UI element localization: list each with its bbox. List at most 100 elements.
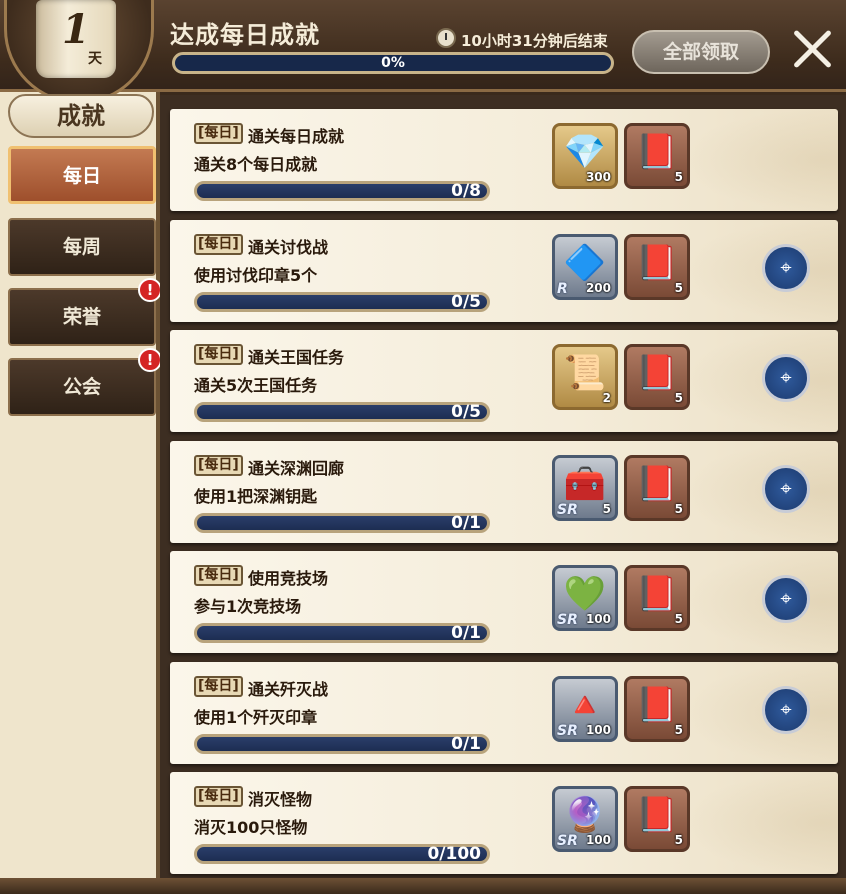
reward-item[interactable]: 📕 5	[624, 123, 690, 189]
reward-grade: R	[557, 280, 568, 297]
reward-count: 5	[602, 501, 611, 516]
quest-progress-text: 0/100	[427, 844, 481, 864]
reward-item[interactable]: 📕 5	[624, 565, 690, 631]
quest-description: 参与1次竞技场	[194, 597, 302, 616]
reward-item[interactable]: 🔮 SR 100	[552, 786, 618, 852]
quest-progress-text: 0/8	[451, 181, 481, 201]
stopwatch-icon	[436, 28, 456, 48]
quest-name: 通关王国任务	[248, 348, 345, 367]
reward-item[interactable]: 💎 300	[552, 123, 618, 189]
book-icon: 📕	[635, 463, 679, 504]
reward-item[interactable]: 📜 2	[552, 344, 618, 410]
book-icon: 📕	[635, 574, 679, 614]
card-flourish	[678, 440, 838, 543]
quest-name: 通关深渊回廊	[248, 458, 345, 478]
reward-grade: SR	[557, 612, 578, 628]
diamond-icon: 💎	[563, 132, 607, 172]
quest-tag: [每日]	[194, 675, 243, 697]
card-flourish	[678, 661, 838, 764]
book-icon: 📕	[635, 795, 679, 835]
reward-item[interactable]: 📕 5	[624, 675, 690, 742]
card-flourish	[678, 772, 838, 874]
map-pin-icon: ⌖	[780, 254, 792, 279]
reward-grade: SR	[557, 833, 578, 849]
header-title: 达成每日成就	[170, 21, 320, 49]
quest-card: [每日] 通关深渊回廊 使用1把深渊钥匙 0/1 🧰 SR 5 📕 5 ⌖	[170, 440, 838, 543]
quest-progress-text: 0/5	[451, 402, 481, 422]
quest-progress-bar: 0/1	[194, 512, 490, 533]
reward-count: 5	[674, 612, 683, 626]
book-icon: 📕	[635, 353, 679, 393]
quest-progress-bar: 0/1	[194, 733, 490, 754]
book-icon: 📕	[635, 242, 679, 283]
alert-icon: !	[138, 348, 162, 372]
tab-daily[interactable]: 每日	[8, 146, 156, 204]
tab-label: 荣誉	[62, 306, 101, 328]
chest-icon: 🧰	[563, 463, 607, 504]
locate-button[interactable]: ⌖	[762, 575, 810, 623]
pyramid-icon: 🔺	[563, 684, 607, 725]
reward-count: 5	[674, 501, 683, 516]
close-icon[interactable]	[790, 26, 836, 72]
reward-count: 5	[674, 280, 683, 295]
badge-label: 成就	[8, 94, 154, 138]
quest-name: 消灭怪物	[248, 790, 313, 809]
quest-tag: [每日]	[194, 233, 243, 255]
total-progress-text: 0%	[381, 55, 405, 71]
locate-button[interactable]: ⌖	[762, 354, 810, 402]
green-gem-icon: 💚	[563, 574, 607, 614]
reward-grade: SR	[557, 722, 578, 739]
quest-name: 通关歼灭战	[248, 679, 329, 699]
quest-description: 通关5次王国任务	[194, 376, 318, 395]
quest-tag: [每日]	[194, 344, 243, 365]
total-progress-bar: 0%	[172, 52, 614, 74]
sidebar: 每日 每周 荣誉 ! 公会 !	[0, 92, 162, 894]
tab-label: 公会	[62, 376, 101, 398]
reward-item[interactable]: 🔺 SR 100	[552, 675, 618, 742]
quest-card: [每日] 通关歼灭战 使用1个歼灭印章 0/1 🔺 SR 100 📕 5 ⌖	[170, 661, 838, 764]
reward-item[interactable]: 📕 5	[624, 233, 690, 300]
locate-button[interactable]: ⌖	[762, 464, 810, 513]
reward-item[interactable]: 📕 5	[624, 454, 690, 521]
reward-grade: SR	[557, 501, 578, 518]
reward-count: 300	[585, 170, 611, 184]
quest-card: [每日] 使用竞技场 参与1次竞技场 0/1 💚 SR 100 📕 5 ⌖	[170, 551, 838, 653]
quest-tag: [每日]	[194, 565, 243, 586]
map-pin-icon: ⌖	[780, 365, 792, 389]
reward-item[interactable]: 🧰 SR 5	[552, 454, 618, 521]
card-flourish	[678, 330, 838, 432]
quest-progress-bar: 0/100	[194, 844, 490, 864]
orb-icon: 🔮	[563, 795, 607, 835]
locate-button[interactable]: ⌖	[762, 685, 810, 734]
quest-card: [每日] 消灭怪物 消灭100只怪物 0/100 🔮 SR 100 📕 5	[170, 772, 838, 874]
quest-progress-bar: 0/1	[194, 623, 490, 643]
map-pin-icon: ⌖	[780, 696, 792, 721]
quest-list[interactable]: [每日] 通关每日成就 通关8个每日成就 0/8 💎 300 📕 5 [每日] …	[160, 95, 846, 878]
quest-progress-text: 0/1	[451, 623, 481, 643]
reward-count: 100	[585, 612, 611, 626]
claim-all-button[interactable]: 全部领取	[632, 30, 770, 74]
reward-count: 2	[602, 391, 611, 405]
reward-item[interactable]: 🔷 R 200	[552, 233, 618, 300]
reward-count: 5	[674, 722, 683, 737]
quest-name: 使用竞技场	[248, 569, 329, 588]
locate-button[interactable]: ⌖	[762, 243, 810, 292]
map-pin-icon: ⌖	[780, 475, 792, 500]
reward-item[interactable]: 💚 SR 100	[552, 565, 618, 631]
reward-count: 5	[674, 833, 683, 847]
quest-description: 通关8个每日成就	[194, 155, 318, 174]
tab-guild[interactable]: 公会 !	[8, 348, 162, 416]
quest-card: [每日] 通关王国任务 通关5次王国任务 0/5 📜 2 📕 5 ⌖	[170, 330, 838, 432]
reward-count: 5	[674, 391, 683, 405]
quest-progress-bar: 0/5	[194, 402, 490, 422]
alert-icon: !	[138, 278, 162, 302]
quest-card: [每日] 通关讨伐战 使用讨伐印章5个 0/5 🔷 R 200 📕 5 ⌖	[170, 219, 838, 322]
quest-progress-bar: 0/5	[194, 291, 490, 312]
tab-weekly[interactable]: 每周	[8, 218, 156, 276]
quest-progress-text: 0/1	[451, 512, 481, 533]
reward-item[interactable]: 📕 5	[624, 786, 690, 852]
reward-item[interactable]: 📕 5	[624, 344, 690, 410]
reward-count: 100	[585, 833, 611, 847]
quest-name: 通关每日成就	[248, 127, 345, 146]
tab-honor[interactable]: 荣誉 !	[8, 278, 162, 346]
